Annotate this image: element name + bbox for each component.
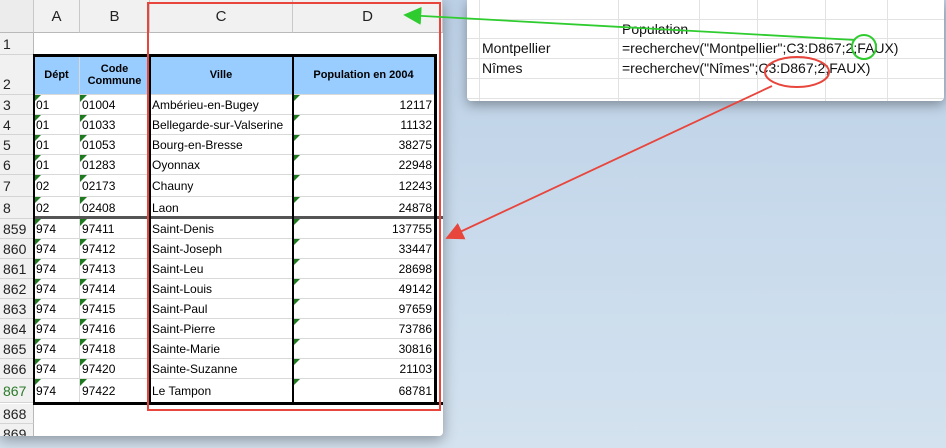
red-ellipse <box>764 56 830 88</box>
red-arrow <box>445 85 773 240</box>
green-arrow <box>403 6 856 41</box>
annotation-overlay <box>403 6 877 240</box>
green-circle <box>851 34 877 60</box>
